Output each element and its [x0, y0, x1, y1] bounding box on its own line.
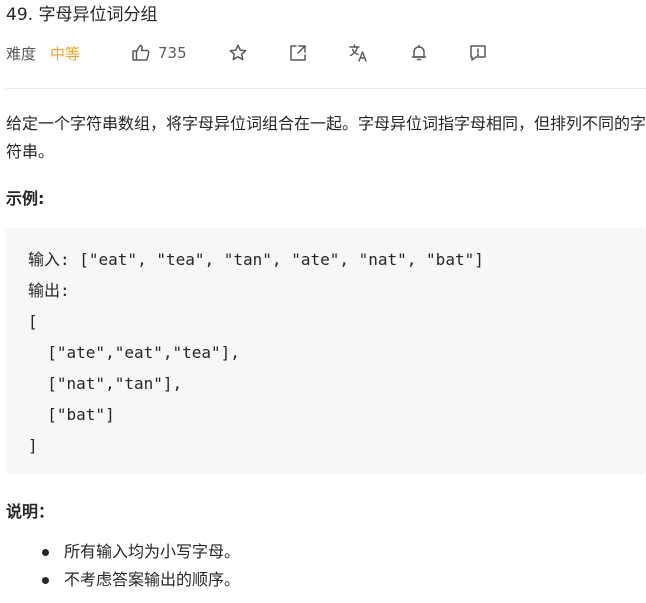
example-heading: 示例: [6, 189, 45, 208]
divider [6, 88, 646, 89]
bell-icon[interactable] [409, 43, 429, 63]
star-icon[interactable] [228, 43, 248, 63]
difficulty-label: 难度 [6, 44, 37, 63]
problem-description: 给定一个字符串数组，将字母异位词组合在一起。字母异位词指字母相同，但排列不同的字… [6, 114, 646, 161]
like-count: 735 [158, 44, 187, 62]
code-line: 输入: ["eat", "tea", "tan", "ate", "nat", … [28, 250, 484, 269]
code-line: ["bat"] [28, 405, 115, 424]
thumbs-up-icon [131, 43, 151, 63]
note-text: 不考虑答案输出的顺序。 [64, 570, 241, 589]
feedback-icon[interactable] [468, 43, 488, 63]
list-item: 所有输入均为小写字母。 [40, 538, 240, 566]
code-line: ] [28, 436, 38, 455]
translate-icon[interactable] [348, 43, 368, 63]
list-item: 不考虑答案输出的顺序。 [40, 566, 240, 594]
example-code-block: 输入: ["eat", "tea", "tan", "ate", "nat", … [6, 228, 646, 474]
note-list: 所有输入均为小写字母。 不考虑答案输出的顺序。 [40, 538, 240, 594]
share-icon[interactable] [288, 43, 308, 63]
bullet-icon [42, 549, 49, 556]
problem-meta-bar: 难度 中等 735 [6, 40, 646, 66]
code-line: ["ate","eat","tea"], [28, 343, 240, 362]
note-heading: 说明： [6, 502, 55, 521]
code-line: 输出: [28, 281, 70, 300]
difficulty-badge: 中等 [50, 44, 81, 63]
bullet-icon [42, 577, 49, 584]
code-line: ["nat","tan"], [28, 374, 183, 393]
problem-page: 49. 字母异位词分组 难度 中等 735 给定一个字符串数组，将字母异位词组合… [0, 0, 646, 603]
like-button[interactable]: 735 [131, 43, 187, 63]
note-text: 所有输入均为小写字母。 [64, 542, 241, 561]
problem-title: 49. 字母异位词分组 [6, 5, 158, 25]
code-line: [ [28, 312, 38, 331]
